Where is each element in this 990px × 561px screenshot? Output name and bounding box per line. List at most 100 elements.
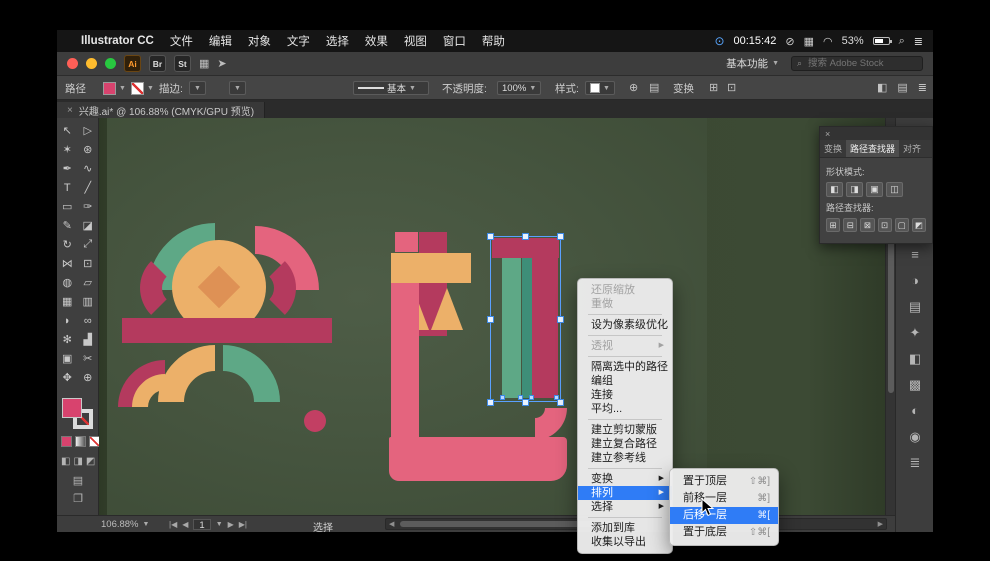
selection-handle[interactable] (487, 399, 494, 406)
context-menu-item[interactable]: 设为像素级优化 (578, 318, 672, 332)
blend-tool[interactable]: ∞ (78, 311, 99, 330)
panel-menu-icon[interactable]: ≣ (918, 81, 927, 94)
eraser-tool[interactable]: ◪ (78, 216, 99, 235)
draw-normal-icon[interactable]: ◧ (61, 456, 70, 467)
doc-layout-icon[interactable]: ▤ (897, 81, 907, 94)
next-artboard-button[interactable]: ▶ (228, 520, 234, 529)
magic-wand-tool[interactable]: ✶ (57, 140, 78, 159)
distribute-icon[interactable]: ⊡ (727, 81, 736, 94)
stock-button[interactable]: St (174, 55, 191, 72)
menubar-menu[interactable]: 选择 (326, 33, 349, 49)
context-menu-item[interactable]: 重做 (578, 297, 672, 311)
scroll-left-arrow[interactable]: ◀ (389, 520, 394, 528)
workspace-switcher[interactable]: 基本功能 ▼ (726, 56, 779, 71)
panel-tab[interactable]: 对齐 (899, 140, 925, 157)
context-menu-item[interactable]: 还原缩放 (578, 283, 672, 297)
first-artboard-button[interactable]: |◀ (169, 520, 177, 529)
draw-inside-icon[interactable]: ◩ (86, 456, 95, 467)
opacity-field[interactable]: 100% ▼ (497, 81, 541, 95)
menubar-menu[interactable]: 文件 (170, 33, 193, 49)
panel-tab[interactable]: 变换 (820, 140, 846, 157)
context-menu-item[interactable]: 收集以导出 (578, 535, 672, 549)
selection-handle[interactable] (557, 233, 564, 240)
context-menu-item[interactable]: 选择 ▶ (578, 500, 672, 514)
draw-behind-icon[interactable]: ◨ (73, 456, 82, 467)
bridge-button[interactable]: Br (149, 55, 166, 72)
stroke-weight-field[interactable]: ▼ (189, 81, 206, 95)
menubar-menu[interactable]: 窗口 (443, 33, 466, 49)
artwork-triangle-right[interactable] (431, 288, 463, 330)
type-tool[interactable]: T (57, 178, 78, 197)
zoom-tool[interactable]: ⊕ (78, 368, 99, 387)
arrange-documents-icon[interactable]: ▦ (199, 57, 209, 70)
anchor-point[interactable] (500, 395, 505, 400)
artwork-salmon-stem[interactable] (391, 283, 419, 440)
selection-handle[interactable] (522, 399, 529, 406)
control-center-icon[interactable]: ≣ (914, 35, 923, 48)
artwork-horizontal-bar[interactable] (122, 318, 332, 343)
canvas[interactable] (99, 118, 885, 515)
hand-tool[interactable]: ✥ (57, 368, 78, 387)
fill-color-indicator[interactable] (62, 398, 82, 418)
stroke-style-field[interactable]: 基本 ▼ (353, 81, 429, 95)
curvature-tool[interactable]: ∿ (78, 159, 99, 178)
submenu-item[interactable]: 置于底层 ⇧⌘[ (670, 524, 778, 541)
context-menu-item[interactable]: 添加到库 (578, 521, 672, 535)
minimize-window-button[interactable] (86, 58, 97, 69)
keyboard-icon[interactable]: ▦ (804, 35, 814, 48)
crop-icon[interactable]: ⊡ (878, 218, 892, 232)
intersect-icon[interactable]: ▣ (866, 182, 883, 197)
rotate-tool[interactable]: ↻ (57, 235, 78, 254)
close-panel-icon[interactable]: × (825, 129, 830, 139)
context-menu-item[interactable]: 变换 ▶ (578, 472, 672, 486)
submenu-item[interactable]: 置于顶层 ⇧⌘] (670, 473, 778, 490)
artwork-dot[interactable] (304, 410, 326, 432)
lasso-tool[interactable]: ⊛ (78, 140, 99, 159)
stroke-panel-icon[interactable]: ≡ (911, 248, 919, 261)
scroll-right-arrow[interactable]: ▶ (878, 520, 883, 528)
color-panel-icon[interactable]: ◑ (911, 274, 919, 287)
prev-artboard-button[interactable]: ◀ (182, 520, 188, 529)
mesh-tool[interactable]: ▦ (57, 292, 78, 311)
rectangle-tool[interactable]: ▭ (57, 197, 78, 216)
style-field[interactable]: ▼ (585, 81, 615, 95)
screen-mode-button[interactable]: ▤ (57, 474, 99, 487)
preferences-icon[interactable]: ▤ (649, 81, 659, 94)
column-graph-tool[interactable]: ▟ (78, 330, 99, 349)
exclude-icon[interactable]: ◫ (886, 182, 903, 197)
zoom-window-button[interactable] (105, 58, 116, 69)
free-transform-tool[interactable]: ⊡ (78, 254, 99, 273)
selection-handle[interactable] (487, 233, 494, 240)
symbols-panel-icon[interactable]: ◧ (909, 352, 921, 365)
context-menu-item[interactable]: 建立复合路径 (578, 437, 672, 451)
context-menu-item[interactable]: 透视 ▶ (578, 339, 672, 353)
anchor-point[interactable] (554, 395, 559, 400)
stroke-color-swatch[interactable] (131, 82, 144, 95)
document-setup-icon[interactable]: ⊕ (629, 81, 638, 94)
stats-icon[interactable]: ⊘ (785, 35, 794, 48)
context-menu-item[interactable]: 编组 (578, 374, 672, 388)
panel-tab[interactable]: 路径查找器 (846, 140, 899, 157)
gradient-tool[interactable]: ▥ (78, 292, 99, 311)
anchor-point[interactable] (529, 395, 534, 400)
symbol-sprayer-tool[interactable]: ✻ (57, 330, 78, 349)
menubar-menu[interactable]: 文字 (287, 33, 310, 49)
search-input[interactable] (806, 57, 917, 70)
screen-record-icon[interactable]: ⊙ (714, 34, 724, 48)
paintbrush-tool[interactable]: ✑ (78, 197, 99, 216)
minus-front-icon[interactable]: ◨ (846, 182, 863, 197)
wifi-icon[interactable]: ◠ (823, 35, 833, 48)
unite-icon[interactable]: ◧ (826, 182, 843, 197)
minus-back-icon[interactable]: ◩ (912, 218, 926, 232)
chevron-down-icon[interactable]: ▼ (216, 521, 223, 528)
context-menu-item[interactable]: 平均... (578, 402, 672, 416)
eyedropper-tool[interactable]: ◗ (57, 311, 78, 330)
transparency-panel-icon[interactable]: ◐ (911, 404, 919, 417)
dual-document-icon[interactable]: ❐ (57, 492, 99, 505)
transform-label[interactable]: 变换 (673, 81, 694, 96)
align-icon[interactable]: ⊞ (709, 81, 718, 94)
zoom-level-dropdown[interactable]: 106.88% ▼ (101, 519, 149, 530)
color-button[interactable] (61, 436, 72, 447)
context-menu-item[interactable]: 排列 ▶ (578, 486, 672, 500)
pencil-tool[interactable]: ✎ (57, 216, 78, 235)
